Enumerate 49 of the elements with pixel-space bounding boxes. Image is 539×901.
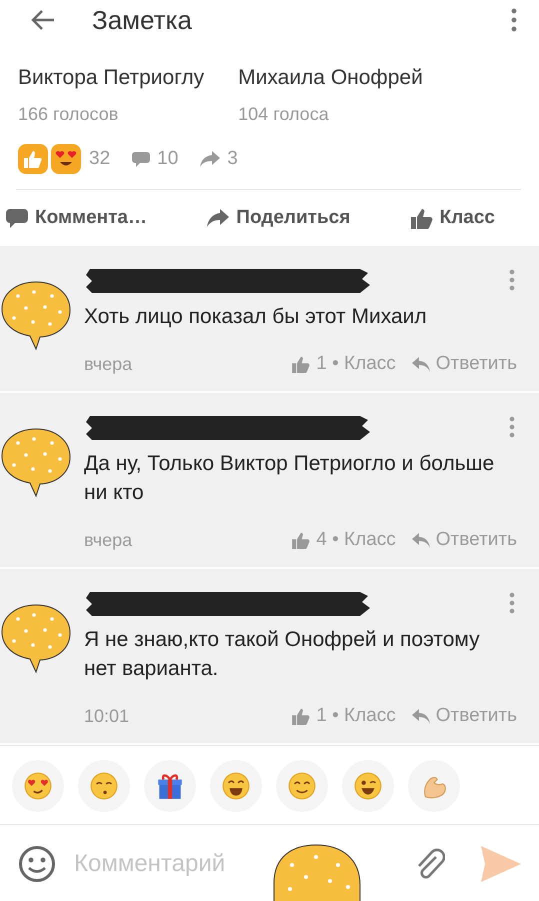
thumbs-up-icon bbox=[292, 356, 310, 372]
poll-option-name: Виктора Петриоглу bbox=[18, 66, 204, 90]
more-icon[interactable] bbox=[509, 416, 515, 438]
comment-time: 10:01 bbox=[84, 706, 130, 726]
comment-text: Да ну, Только Виктор Петриогло и больше ни кто bbox=[84, 451, 496, 506]
laughing-face-icon[interactable] bbox=[221, 771, 251, 801]
thumbs-up-icon bbox=[410, 208, 433, 228]
reaction-count: 32 bbox=[89, 148, 110, 170]
comment-text: Хоть лицо показал бы этот Михаил bbox=[84, 304, 428, 330]
comment-time: вчера bbox=[84, 354, 134, 374]
share-count: 3 bbox=[227, 148, 238, 170]
comment-input[interactable]: Комментарий bbox=[72, 849, 399, 879]
share-arrow-icon bbox=[200, 151, 220, 167]
speech-bubble-icon bbox=[6, 208, 28, 228]
like-button[interactable]: Класс bbox=[410, 207, 495, 229]
grinning-face-icon[interactable] bbox=[353, 771, 383, 801]
reply-arrow-icon bbox=[412, 356, 430, 372]
screen-title: Заметка bbox=[92, 4, 193, 36]
comment-icon bbox=[132, 151, 150, 167]
paperclip-icon[interactable] bbox=[415, 847, 445, 881]
like-button[interactable]: 4 • Класс bbox=[292, 529, 396, 551]
thumbs-up-icon bbox=[18, 144, 48, 174]
poll-option-name: Михаила Онофрей bbox=[238, 66, 423, 90]
like-button[interactable]: 1 • Класс bbox=[292, 353, 396, 375]
thumbs-up-icon bbox=[292, 708, 310, 724]
more-icon[interactable] bbox=[511, 8, 517, 32]
heart-eyes-icon[interactable] bbox=[23, 771, 53, 801]
like-button[interactable]: 1 • Класс bbox=[292, 705, 396, 727]
comment-count: 10 bbox=[157, 148, 178, 170]
back-icon[interactable] bbox=[30, 9, 56, 31]
smiley-icon[interactable] bbox=[18, 845, 56, 883]
reply-button[interactable]: Ответить bbox=[412, 529, 517, 551]
comment-text: Я не знаю,кто такой Онофрей и поэтому нет варианта. bbox=[84, 627, 481, 682]
heart-eyes-icon bbox=[51, 144, 81, 174]
thumbs-up-icon bbox=[292, 532, 310, 548]
reply-arrow-icon bbox=[412, 708, 430, 724]
more-icon[interactable] bbox=[509, 269, 515, 291]
reply-button[interactable]: Ответить bbox=[412, 353, 517, 375]
more-icon[interactable] bbox=[509, 592, 515, 614]
vote-count: 166 голосов bbox=[18, 104, 120, 125]
vote-count: 104 голоса bbox=[238, 104, 330, 125]
reply-button[interactable]: Ответить bbox=[412, 705, 517, 727]
share-button[interactable]: Поделиться bbox=[207, 207, 350, 229]
reply-arrow-icon bbox=[412, 532, 430, 548]
comment-button[interactable]: Коммента… bbox=[6, 207, 147, 229]
share-arrow-icon bbox=[207, 208, 230, 228]
kissing-face-icon[interactable] bbox=[89, 771, 119, 801]
smiling-face-icon[interactable] bbox=[287, 771, 317, 801]
comment-time: вчера bbox=[84, 530, 134, 550]
